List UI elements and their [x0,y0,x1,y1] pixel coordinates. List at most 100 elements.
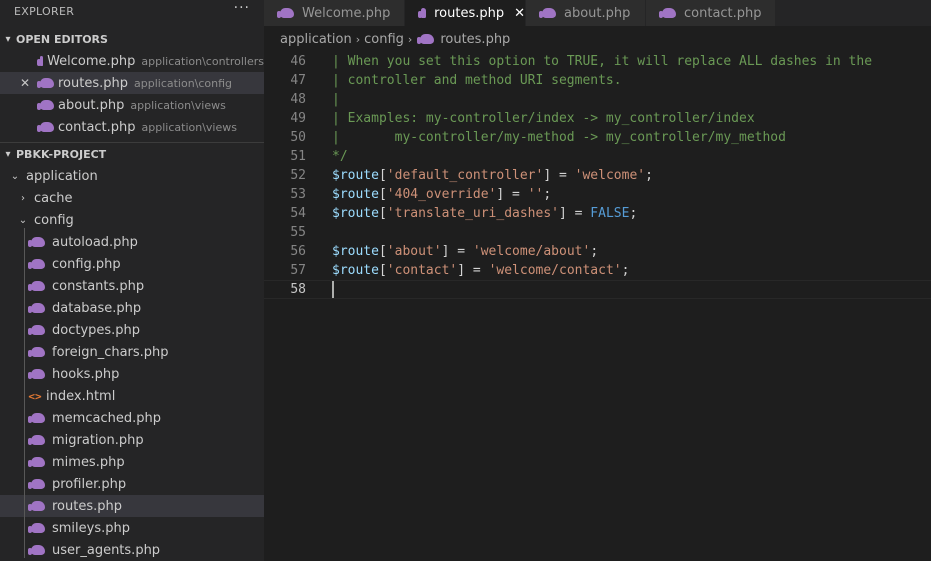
php-file-icon [417,34,435,44]
folder-application[interactable]: ⌄ application [0,165,264,187]
code-content: | [332,90,340,109]
code-punctuation: ] = [543,168,575,183]
code-line: 58 [264,280,931,299]
breadcrumb-item[interactable]: routes.php [440,32,510,47]
code-content: | my-controller/my-method -> my_controll… [332,128,786,147]
line-number: 48 [290,92,306,107]
file-item[interactable]: config.php [0,253,264,275]
php-file-icon [28,259,45,269]
open-editors-section[interactable]: ▾ OPEN EDITORS [0,28,264,50]
tab-contact[interactable]: contact.php [646,0,776,26]
code-content [332,280,334,299]
file-item[interactable]: smileys.php [0,517,264,539]
folder-config[interactable]: ⌄ config [0,209,264,231]
chevron-down-icon: ⌄ [18,214,28,226]
tab-label: contact.php [684,5,762,21]
code-line: 48 | [264,90,931,109]
code-punctuation: ] = [457,263,489,278]
tab-welcome[interactable]: Welcome.php [264,0,405,26]
file-label: constants.php [52,278,145,294]
open-editor-welcome[interactable]: Welcome.php application\controllers [0,50,264,72]
more-actions-icon[interactable]: ··· [234,0,250,22]
explorer-title: EXPLORER [14,4,75,18]
code-editor[interactable]: 45| class or method name character, so i… [264,41,931,561]
line-number: 50 [290,130,306,145]
file-label: doctypes.php [52,322,141,338]
file-item[interactable]: profiler.php [0,473,264,495]
code-content: | Examples: my-controller/index -> my_co… [332,109,755,128]
file-item[interactable]: mimes.php [0,451,264,473]
folder-cache[interactable]: › cache [0,187,264,209]
code-line: 56 $route['about'] = 'welcome/about'; [264,242,931,261]
file-item[interactable]: memcached.php [0,407,264,429]
open-editor-name: about.php [58,97,125,113]
code-line: 47 | controller and method URI segments. [264,71,931,90]
project-section[interactable]: ▾ PBKK-PROJECT [0,143,264,165]
php-file-icon [659,8,676,18]
folder-label: config [34,212,74,228]
code-line: 53 $route['404_override'] = ''; [264,185,931,204]
file-label: index.html [46,388,116,404]
open-editor-contact[interactable]: contact.php application\views [0,116,264,138]
breadcrumb: application › config › routes.php [264,28,931,50]
line-number: 47 [290,73,306,88]
file-label: database.php [52,300,142,316]
file-label: profiler.php [52,476,127,492]
file-label: routes.php [52,498,122,514]
file-label: hooks.php [52,366,120,382]
file-item[interactable]: constants.php [0,275,264,297]
breadcrumb-item[interactable]: application [280,32,352,47]
tab-label: routes.php [434,5,505,21]
file-item[interactable]: foreign_chars.php [0,341,264,363]
code-punctuation: ] = [496,187,528,202]
file-item[interactable]: doctypes.php [0,319,264,341]
breadcrumb-item[interactable]: config [364,32,404,47]
file-item[interactable]: <> index.html [0,385,264,407]
line-number: 46 [290,54,306,69]
open-editor-path: application\controllers [141,54,264,68]
line-number: 58 [290,282,306,297]
code-punctuation: [ [378,187,387,202]
line-number: 56 [290,244,306,259]
code-punctuation: ; [590,244,599,259]
file-item[interactable]: routes.php [0,495,264,517]
code-line: 55 [264,223,931,242]
close-icon[interactable]: ✕ [20,76,30,90]
open-editor-routes[interactable]: ✕ routes.php application\config [0,72,264,94]
php-file-icon [28,545,45,555]
open-editor-path: application\views [141,120,237,134]
text-cursor [332,281,334,298]
code-string: 'contact' [386,263,458,278]
file-item[interactable]: migration.php [0,429,264,451]
code-punctuation: ] = [558,206,591,221]
code-line: 52 $route['default_controller'] = 'welcom… [264,166,931,185]
code-comment: */ [332,149,348,164]
chevron-right-icon: › [21,192,25,204]
editor-tab-bar: Welcome.php routes.php ✕ about.php conta… [264,0,931,26]
tab-label: Welcome.php [302,5,391,21]
file-item[interactable]: autoload.php [0,231,264,253]
tab-about[interactable]: about.php [526,0,646,26]
code-keyword: FALSE [590,206,630,221]
file-item[interactable]: hooks.php [0,363,264,385]
line-number: 49 [290,111,306,126]
file-item[interactable]: user_agents.php [0,539,264,561]
close-icon[interactable]: ✕ [514,6,525,21]
code-lines: 45| class or method name character, so i… [264,41,931,299]
tab-routes[interactable]: routes.php ✕ [405,0,526,26]
code-comment: | [332,92,340,107]
php-file-icon [28,369,45,379]
code-content: | When you set this option to TRUE, it w… [332,52,872,71]
php-file-icon [28,523,45,533]
code-variable: $route [332,263,379,278]
php-file-icon [277,8,294,18]
line-number: 57 [290,263,306,278]
code-line: 57 $route['contact'] = 'welcome/contact'; [264,261,931,280]
line-number: 53 [290,187,306,202]
code-punctuation: ; [543,187,552,202]
code-comment: | my-controller/my-method -> my_controll… [332,130,786,145]
open-editor-about[interactable]: about.php application\views [0,94,264,116]
file-item[interactable]: database.php [0,297,264,319]
code-string: 'welcome/about' [472,244,591,259]
code-punctuation: ; [645,168,653,183]
